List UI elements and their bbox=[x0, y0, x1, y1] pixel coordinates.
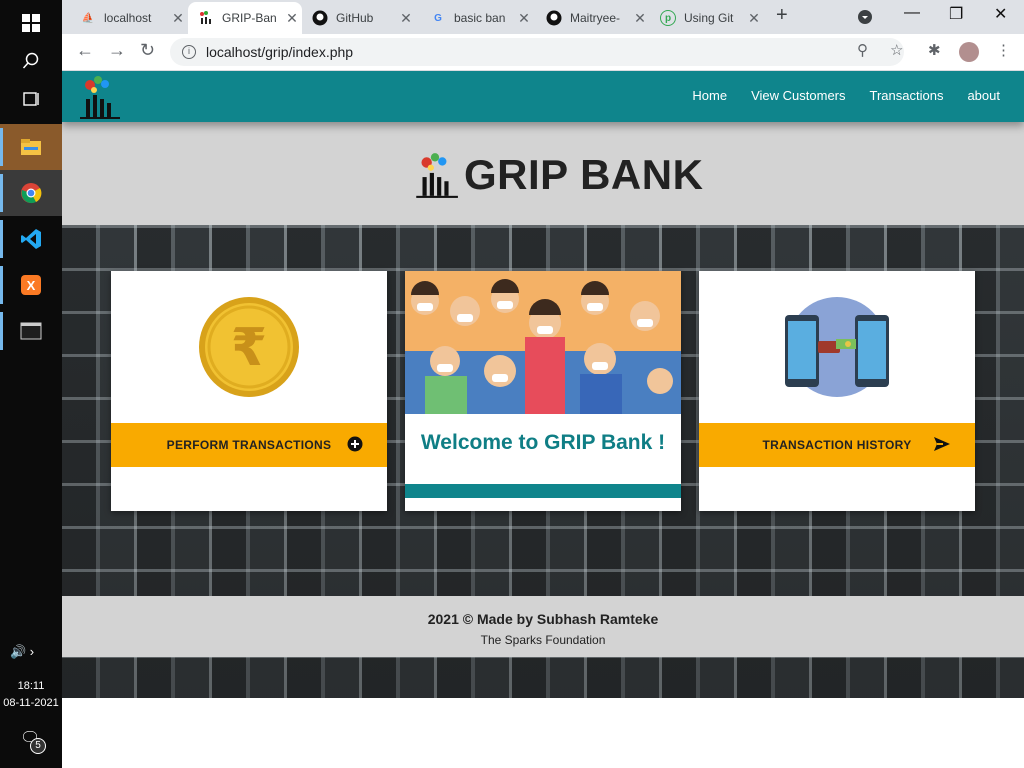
tab-title: GRIP-Ban bbox=[222, 11, 277, 25]
profile-avatar[interactable] bbox=[959, 42, 979, 62]
close-tab-icon[interactable]: ✕ bbox=[168, 10, 188, 27]
system-clock[interactable]: 18:11 08-11-2021 bbox=[0, 678, 62, 712]
menu-kebab-icon[interactable]: ⋮ bbox=[996, 41, 1011, 59]
perform-transactions-button[interactable]: PERFORM TRANSACTIONS bbox=[111, 423, 387, 467]
nav-links: Home View Customers Transactions about bbox=[692, 88, 1000, 103]
perform-transactions-label: PERFORM TRANSACTIONS bbox=[166, 438, 332, 452]
close-tab-icon[interactable]: ✕ bbox=[396, 10, 416, 27]
extensions-icon[interactable]: ✱ bbox=[928, 41, 941, 59]
browser-toolbar: ← → ↻ i localhost/grip/index.php ⚲ ☆ ✱ ⋮ bbox=[62, 34, 1024, 71]
github-icon bbox=[546, 10, 562, 26]
file-explorer-icon[interactable] bbox=[0, 124, 62, 170]
forward-icon[interactable]: → bbox=[108, 40, 126, 61]
close-window-icon[interactable]: ✕ bbox=[994, 4, 1007, 24]
url-text: localhost/grip/index.php bbox=[206, 44, 354, 60]
transaction-history-card: TRANSACTION HISTORY bbox=[699, 271, 975, 511]
github-icon bbox=[312, 10, 328, 26]
task-view-icon[interactable] bbox=[0, 76, 62, 122]
back-icon[interactable]: ← bbox=[76, 40, 94, 61]
browser-tabstrip: ⛵ localhost ✕ GRIP-Ban ✕ GitHub ✕ G basi… bbox=[62, 0, 1024, 34]
welcome-card-strip bbox=[405, 484, 681, 498]
xampp-icon[interactable]: X bbox=[0, 262, 62, 308]
tab-basic-bank[interactable]: G basic ban ✕ bbox=[420, 2, 534, 34]
transaction-history-label: TRANSACTION HISTORY bbox=[762, 438, 912, 452]
chrome-icon[interactable] bbox=[0, 170, 62, 216]
bookmark-star-icon[interactable]: ☆ bbox=[890, 41, 903, 59]
reload-icon[interactable]: ↻ bbox=[140, 40, 155, 61]
close-tab-icon[interactable]: ✕ bbox=[514, 10, 534, 27]
plus-circle-icon bbox=[347, 436, 363, 452]
rupee-coin-image: ₹ bbox=[111, 271, 387, 423]
crowd-masks-image bbox=[405, 271, 681, 414]
tab-title: basic ban bbox=[454, 11, 506, 25]
close-tab-icon[interactable]: ✕ bbox=[744, 10, 764, 27]
footer-copyright: 2021 © Made by Subhash Ramteke bbox=[427, 611, 659, 627]
terminal-icon[interactable] bbox=[0, 308, 62, 354]
tab-localhost[interactable]: ⛵ localhost ✕ bbox=[70, 2, 188, 34]
welcome-heading: Welcome to GRIP Bank ! bbox=[420, 431, 666, 454]
address-bar[interactable]: i localhost/grip/index.php bbox=[170, 38, 904, 66]
nav-about[interactable]: about bbox=[967, 88, 1000, 103]
pp-icon: p bbox=[660, 10, 676, 26]
nav-view-customers[interactable]: View Customers bbox=[751, 88, 845, 103]
tab-maitryee[interactable]: Maitryee- ✕ bbox=[536, 2, 650, 34]
tab-title: localhost bbox=[104, 11, 152, 25]
tab-title: Maitryee- bbox=[570, 11, 621, 25]
vscode-icon[interactable] bbox=[0, 216, 62, 262]
tab-title: Using Git bbox=[684, 11, 734, 25]
new-tab-icon[interactable]: + bbox=[776, 4, 788, 27]
tab-github[interactable]: GitHub ✕ bbox=[302, 2, 416, 34]
svg-text:₹: ₹ bbox=[231, 318, 267, 378]
site-footer: 2021 © Made by Subhash Ramteke The Spark… bbox=[62, 596, 1024, 657]
site-navbar: Home View Customers Transactions about bbox=[62, 71, 1024, 122]
maximize-icon[interactable]: ❐ bbox=[949, 4, 963, 24]
zoom-icon[interactable]: ⚲ bbox=[857, 41, 868, 59]
grip-logo-icon[interactable] bbox=[74, 73, 122, 121]
brand-title: GRIP BANK bbox=[464, 151, 704, 198]
google-icon: G bbox=[434, 12, 442, 24]
web-page: Home View Customers Transactions about G… bbox=[62, 71, 1024, 698]
close-tab-icon[interactable]: ✕ bbox=[630, 10, 650, 27]
brand-header: GRIP BANK bbox=[62, 122, 1024, 225]
nav-home[interactable]: Home bbox=[692, 88, 727, 103]
perform-transactions-card: ₹ PERFORM TRANSACTIONS bbox=[111, 271, 387, 511]
close-tab-icon[interactable]: ✕ bbox=[282, 10, 302, 27]
notification-badge: 5 bbox=[30, 738, 46, 754]
send-arrow-icon bbox=[934, 437, 950, 451]
clock-date: 08-11-2021 bbox=[3, 697, 59, 709]
tab-search-icon[interactable] bbox=[857, 9, 873, 30]
footer-organization: The Sparks Foundation bbox=[480, 633, 606, 647]
windows-taskbar: X 🔊 › 18:11 08-11-2021 🗨 5 bbox=[0, 0, 62, 768]
nav-transactions[interactable]: Transactions bbox=[870, 88, 944, 103]
tab-title: GitHub bbox=[336, 11, 374, 25]
grip-logo-icon bbox=[416, 153, 458, 198]
svg-text:X: X bbox=[27, 278, 36, 293]
grip-logo-icon bbox=[198, 10, 214, 26]
clock-time: 18:11 bbox=[17, 680, 45, 692]
minimize-icon[interactable]: — bbox=[904, 4, 920, 22]
phone-transfer-image bbox=[699, 271, 975, 423]
brand: GRIP BANK bbox=[410, 150, 703, 200]
volume-icon[interactable]: 🔊 › bbox=[10, 644, 34, 660]
phpmyadmin-icon: ⛵ bbox=[81, 12, 95, 24]
site-info-icon[interactable]: i bbox=[182, 45, 196, 59]
tab-grip-bank[interactable]: GRIP-Ban ✕ bbox=[188, 2, 302, 34]
welcome-card: Welcome to GRIP Bank ! bbox=[405, 271, 681, 511]
tab-using-git[interactable]: p Using Git ✕ bbox=[650, 2, 764, 34]
transaction-history-button[interactable]: TRANSACTION HISTORY bbox=[699, 423, 975, 467]
